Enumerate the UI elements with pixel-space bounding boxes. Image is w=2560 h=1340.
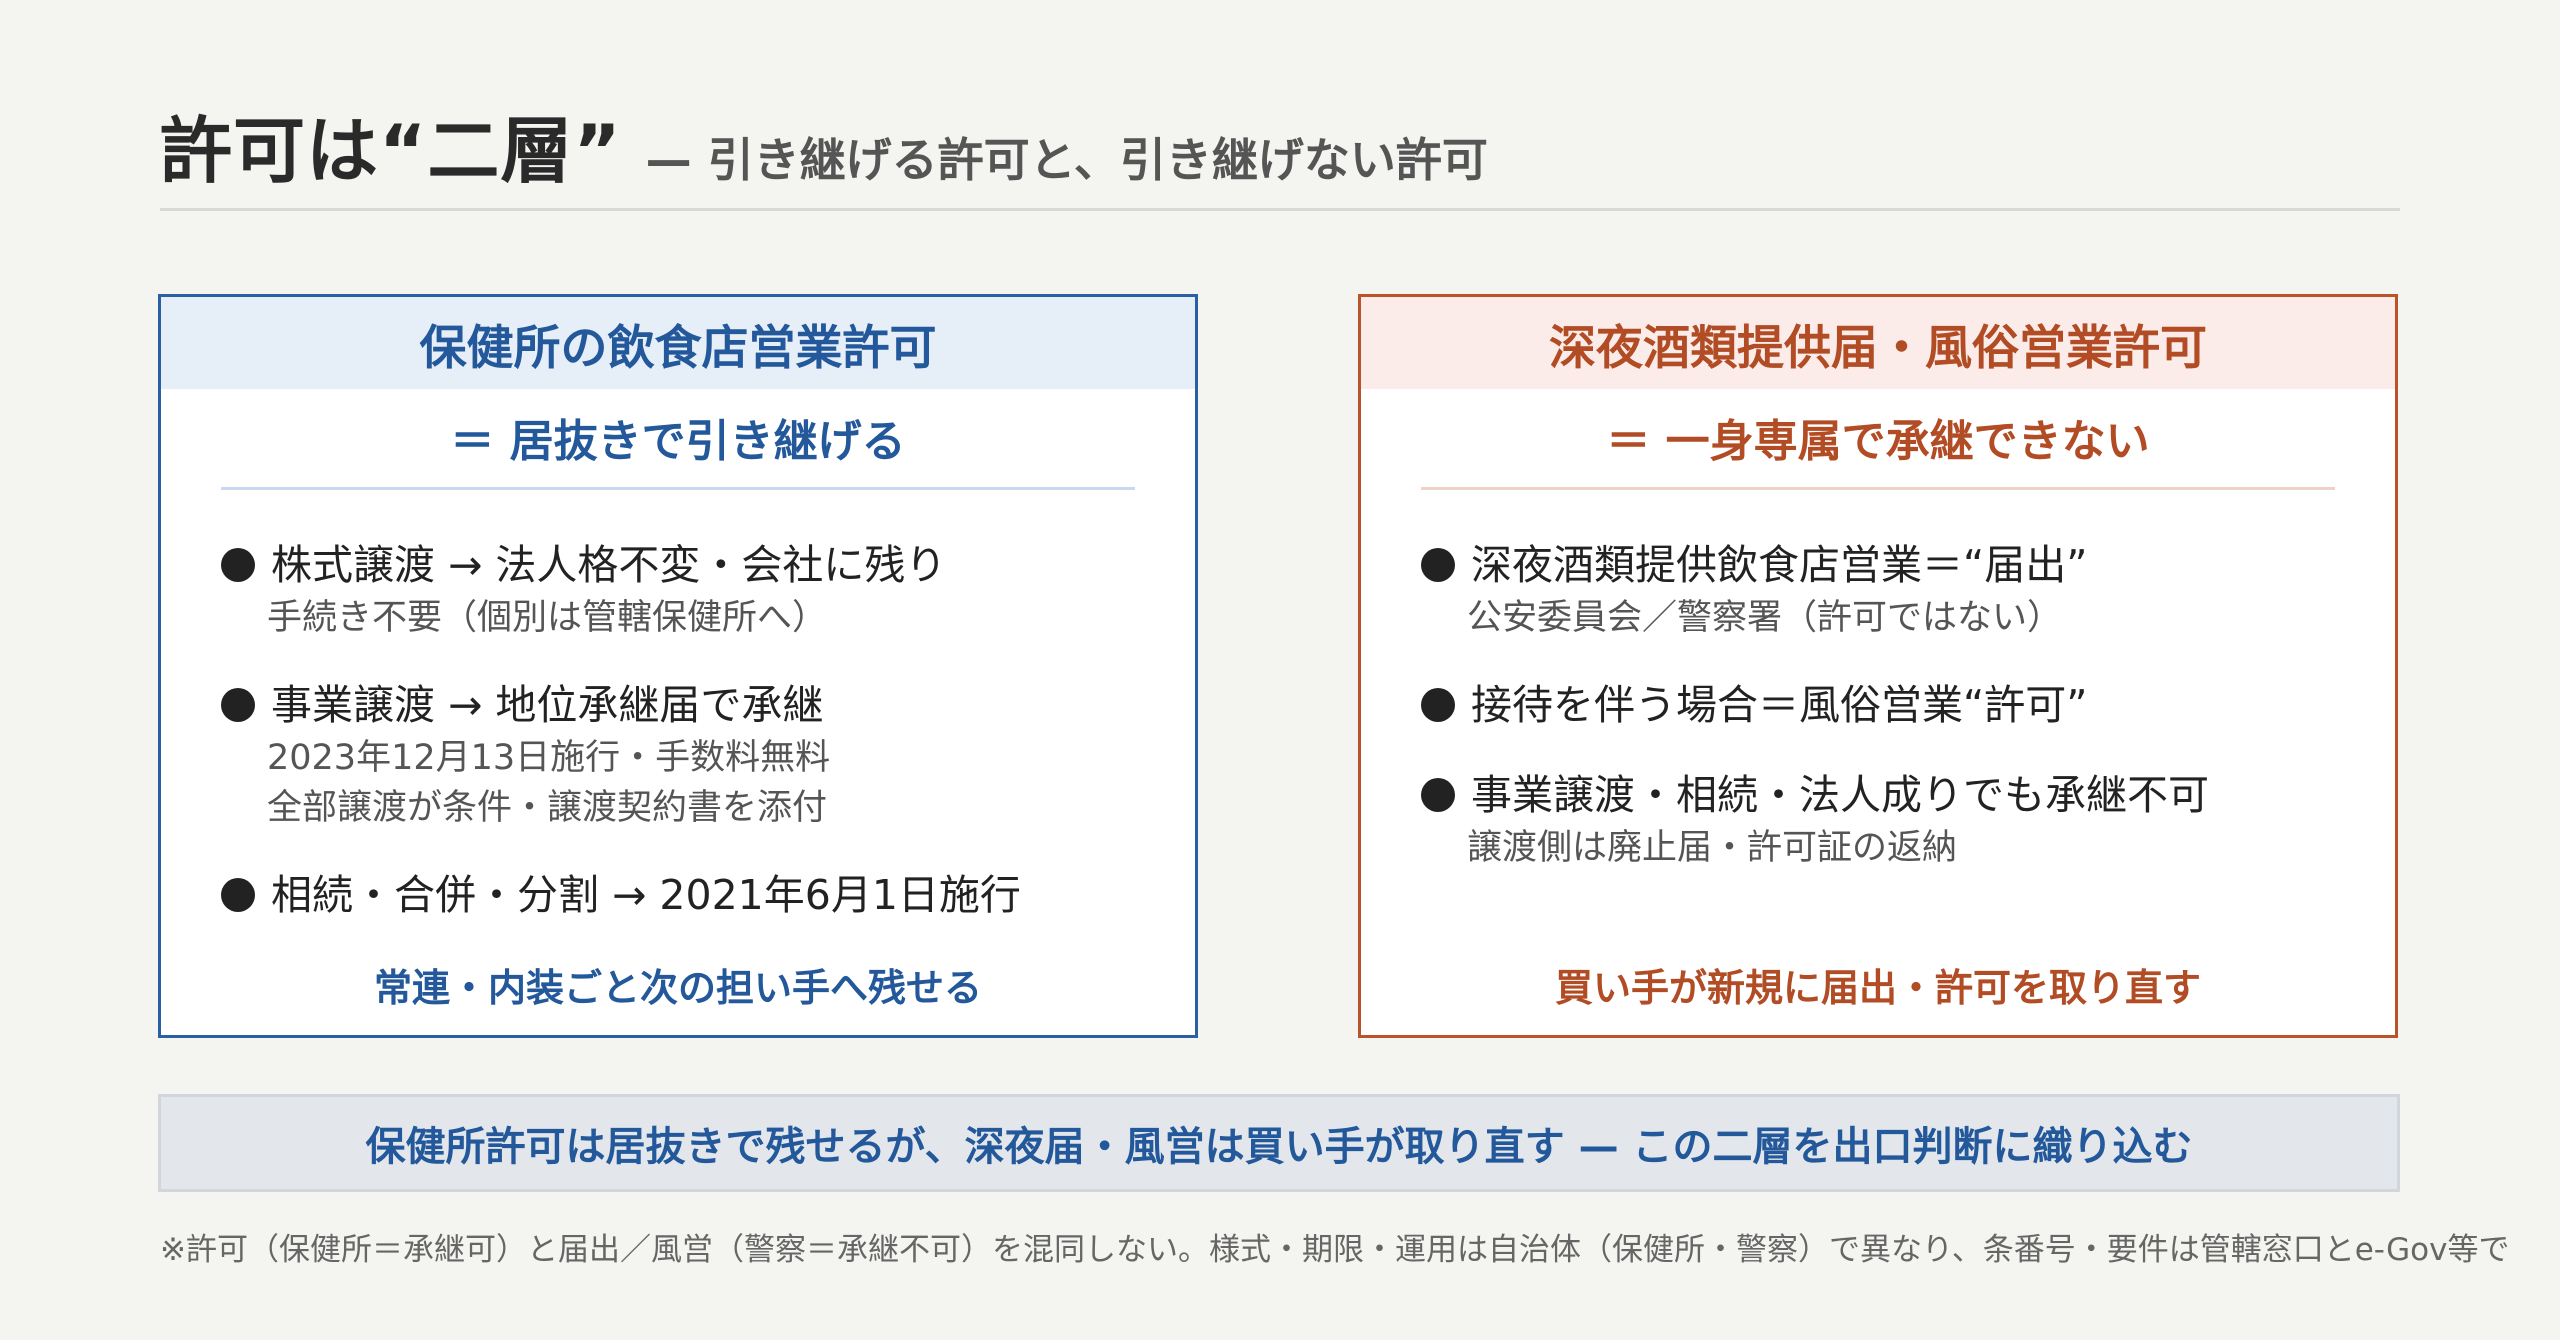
item-text: 事業譲渡 → 地位承継届で承継 (271, 681, 824, 729)
item-note: 譲渡側は廃止届・許可証の返納 (1467, 828, 1958, 868)
card-divider (221, 487, 1135, 490)
bullet-icon (1421, 688, 1455, 722)
card-subheading: ＝ 居抜きで引き継げる (450, 416, 906, 467)
summary-banner: 保健所許可は居抜きで残せるが、深夜届・風営は買い手が取り直す — この二層を出口… (158, 1094, 2400, 1192)
page-header: 許可は“二層” — 引き継げる許可と、引き継げない許可 (160, 92, 2400, 197)
bullet-icon (221, 548, 255, 582)
page-subtitle: — 引き継げる許可と、引き継げない許可 (645, 133, 1488, 187)
list-item: 株式譲渡 → 法人格不変・会社に残り 手続き不要（個別は管轄保健所へ） (221, 537, 1155, 643)
card-health-permit: 保健所の飲食店営業許可 ＝ 居抜きで引き継げる 株式譲渡 → 法人格不変・会社に… (158, 294, 1198, 1038)
list-item: 接待を伴う場合＝風俗営業“許可” (1421, 677, 2355, 733)
item-note: 2023年12月13日施行・手数料無料 (267, 738, 831, 778)
bullet-icon (221, 878, 255, 912)
list-item: 深夜酒類提供飲食店営業＝“届出” 公安委員会／警察署（許可ではない） (1421, 537, 2355, 643)
card-footer: 常連・内装ごと次の担い手へ残せる (373, 966, 982, 1010)
item-text: 事業譲渡・相続・法人成りでも承継不可 (1471, 771, 2209, 819)
item-text: 相続・合併・分割 → 2021年6月1日施行 (271, 871, 1021, 919)
item-text: 株式譲渡 → 法人格不変・会社に残り (271, 541, 947, 589)
title-divider (160, 208, 2400, 211)
item-text: 接待を伴う場合＝風俗営業“許可” (1471, 681, 2088, 729)
card-footer: 買い手が新規に届出・許可を取り直す (1554, 966, 2201, 1010)
bullet-icon (1421, 778, 1455, 812)
list-item: 相続・合併・分割 → 2021年6月1日施行 (221, 867, 1155, 923)
card-late-night-permit: 深夜酒類提供届・風俗営業許可 ＝ 一身専属で承継できない 深夜酒類提供飲食店営業… (1358, 294, 2398, 1038)
bullet-icon (1421, 548, 1455, 582)
page-title: 許可は“二層” (160, 109, 622, 193)
card-subheading: ＝ 一身専属で承継できない (1606, 416, 2150, 467)
list-item: 事業譲渡・相続・法人成りでも承継不可 譲渡側は廃止届・許可証の返納 (1421, 767, 2355, 873)
item-note: 手続き不要（個別は管轄保健所へ） (267, 598, 828, 638)
bullet-icon (221, 688, 255, 722)
card-item-list: 深夜酒類提供飲食店営業＝“届出” 公安委員会／警察署（許可ではない） 接待を伴う… (1421, 537, 2355, 907)
card-heading: 深夜酒類提供届・風俗営業許可 (1361, 297, 2395, 389)
card-heading: 保健所の飲食店営業許可 (161, 297, 1195, 389)
item-note: 全部譲渡が条件・譲渡契約書を添付 (267, 788, 828, 828)
list-item: 事業譲渡 → 地位承継届で承継 2023年12月13日施行・手数料無料 全部譲渡… (221, 677, 1155, 833)
item-text: 深夜酒類提供飲食店営業＝“届出” (1471, 541, 2088, 589)
footnote: ※許可（保健所＝承継可）と届出／風営（警察＝承継不可）を混同しない。様式・期限・… (160, 1232, 2510, 1268)
banner-text: 保健所許可は居抜きで残せるが、深夜届・風営は買い手が取り直す — この二層を出口… (365, 1124, 2193, 1170)
item-note: 公安委員会／警察署（許可ではない） (1467, 598, 2063, 638)
card-divider (1421, 487, 2335, 490)
card-item-list: 株式譲渡 → 法人格不変・会社に残り 手続き不要（個別は管轄保健所へ） 事業譲渡… (221, 537, 1155, 957)
